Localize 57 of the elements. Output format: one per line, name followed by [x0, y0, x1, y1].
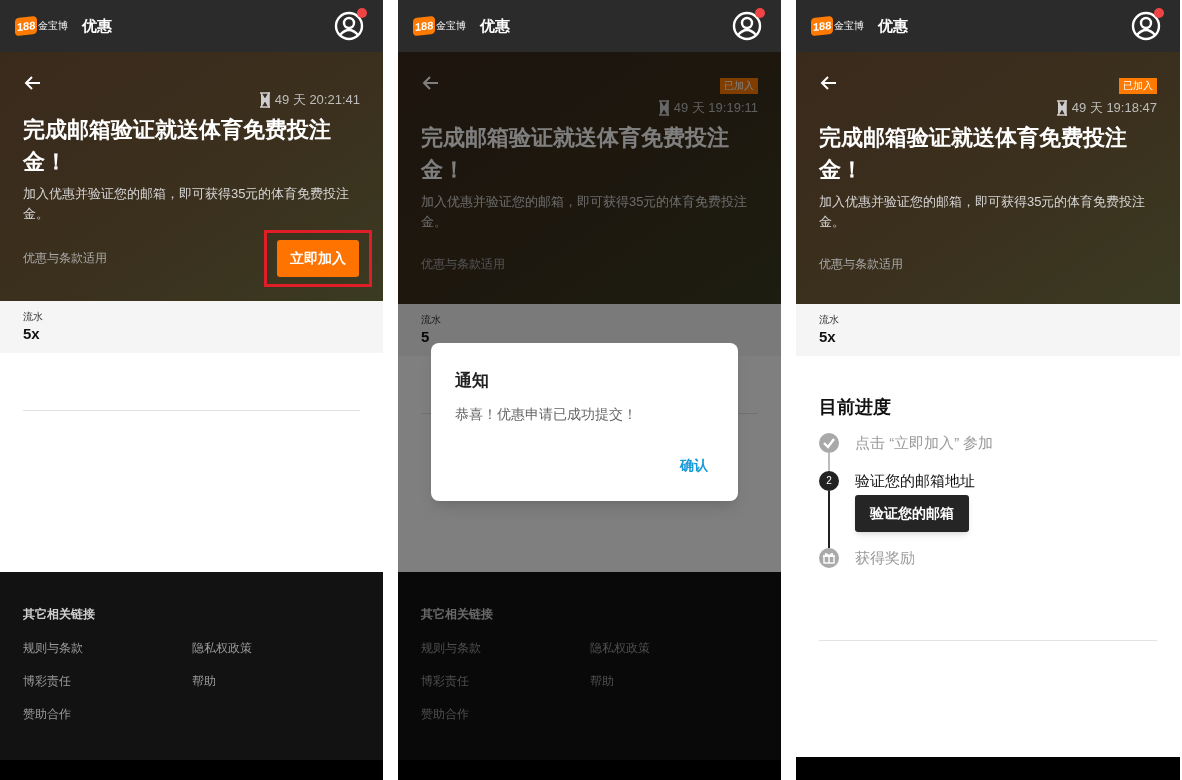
logo-name: 金宝博 [436, 20, 467, 32]
terms-link[interactable]: 优惠与条款适用 [819, 254, 903, 273]
logo-number: 188 [15, 15, 38, 37]
step-label: 点击 “立即加入” 参加 [855, 432, 994, 453]
terms-link[interactable]: 优惠与条款适用 [23, 249, 107, 267]
confirm-button[interactable]: 确认 [674, 454, 714, 476]
hourglass-icon [258, 91, 271, 108]
footer-link[interactable]: 博彩责任 [23, 672, 192, 690]
page-title: 优惠 [82, 15, 113, 36]
promo-description: 加入优惠并验证您的邮箱，即可获得35元的体育免费投注金。 [819, 192, 1147, 231]
hourglass-icon [657, 99, 670, 116]
page-title: 优惠 [480, 15, 511, 36]
user-icon [334, 11, 364, 41]
step-label: 获得奖励 [855, 547, 915, 568]
user-icon [732, 11, 762, 41]
footer-link[interactable]: 帮助 [191, 672, 360, 690]
logo-number: 188 [811, 15, 834, 37]
promo-description: 加入优惠并验证您的邮箱，即可获得35元的体育免费投注金。 [421, 192, 749, 231]
countdown-timer: 49 天 19:19:11 [673, 99, 758, 117]
stat-value: 5x [819, 326, 837, 347]
joined-badge: 已加入 [720, 78, 758, 94]
footer-link[interactable]: 规则与条款 [23, 639, 192, 657]
footer-link[interactable]: 赞助合作 [23, 705, 192, 723]
gift-circle-icon [819, 547, 839, 568]
footer-link[interactable]: 隐私权政策 [191, 639, 360, 657]
logo-name: 金宝博 [38, 20, 69, 32]
promo-title: 完成邮箱验证就送体育免费投注金！ [421, 123, 730, 184]
check-circle-icon [819, 432, 839, 453]
step-number: 2 [819, 470, 839, 491]
stat-value: 5x [23, 323, 41, 344]
dialog-message: 恭喜！优惠申请已成功提交！ [455, 404, 638, 424]
stat-value: 5 [421, 326, 431, 347]
hourglass-icon [1055, 99, 1068, 116]
promo-description: 加入优惠并验证您的邮箱，即可获得35元的体育免费投注金。 [23, 184, 351, 223]
promo-title: 完成邮箱验证就送体育免费投注金！ [23, 115, 332, 176]
footer-title: 其它相关链接 [421, 606, 494, 623]
joined-badge: 已加入 [1119, 78, 1157, 94]
logo-number: 188 [413, 15, 436, 37]
account-button[interactable] [334, 11, 364, 41]
countdown-timer: 49 天 19:18:47 [1071, 99, 1157, 117]
user-icon [1131, 11, 1161, 41]
step-label: 验证您的邮箱地址 [855, 470, 975, 491]
account-button[interactable] [732, 11, 762, 41]
account-button[interactable] [1131, 11, 1161, 41]
progress-title: 目前进度 [819, 395, 892, 419]
stat-label: 流水 [819, 312, 840, 327]
footer-title: 其它相关链接 [23, 606, 96, 623]
stat-label: 流水 [23, 309, 44, 324]
verify-email-button[interactable]: 验证您的邮箱 [855, 494, 969, 532]
countdown-timer: 49 天 20:21:41 [274, 91, 360, 109]
promo-title: 完成邮箱验证就送体育免费投注金！ [819, 123, 1128, 184]
back-arrow-icon[interactable] [819, 74, 837, 92]
page-title: 优惠 [878, 15, 909, 36]
back-arrow-icon[interactable] [23, 74, 41, 92]
dialog-title: 通知 [455, 370, 490, 392]
stat-label: 流水 [421, 312, 442, 327]
logo-name: 金宝博 [834, 20, 865, 32]
